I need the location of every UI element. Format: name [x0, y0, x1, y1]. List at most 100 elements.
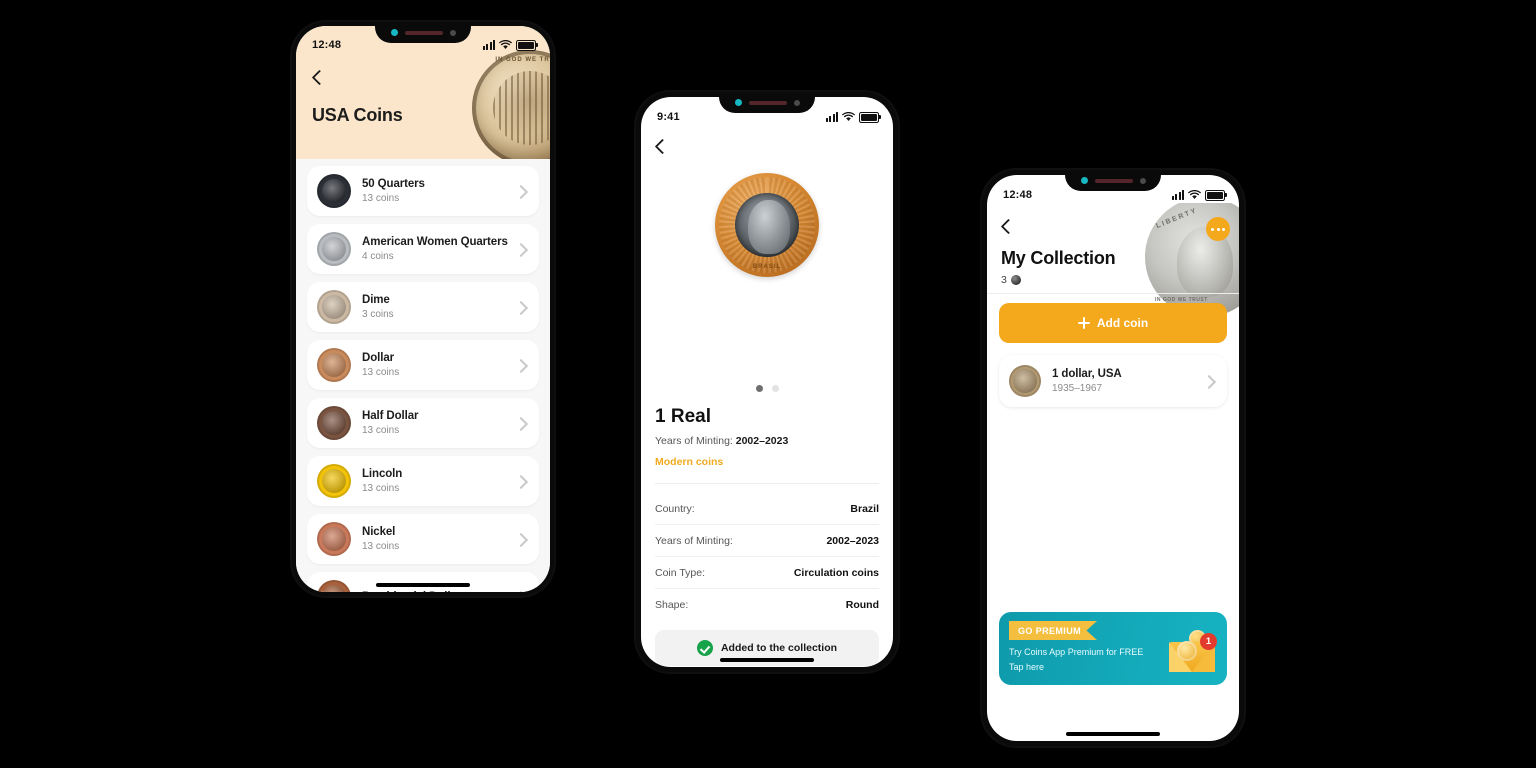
coin-category-link[interactable]: Modern coins	[655, 456, 723, 468]
battery-icon	[859, 111, 881, 123]
phone2-notch	[719, 92, 815, 113]
coin-image-carousel[interactable]: BRASIL	[641, 165, 893, 285]
banner-line-1: Try Coins App Premium for FREE	[1009, 647, 1144, 657]
info-key: Country:	[655, 502, 695, 515]
coin-title: 1 Real	[655, 406, 711, 427]
list-item-count: 13 coins	[362, 193, 400, 204]
list-item[interactable]: Nickel 13 coins	[307, 514, 539, 564]
coin-info-table: Country: Brazil Years of Minting: 2002–2…	[655, 493, 879, 620]
back-chevron-icon[interactable]	[1001, 219, 1017, 235]
cellular-bars-icon	[1172, 190, 1184, 200]
subtitle-label: Years of Minting:	[655, 435, 733, 447]
coin-thumbnail	[317, 348, 351, 382]
add-coin-label: Add coin	[1096, 316, 1149, 330]
home-indicator[interactable]	[376, 583, 470, 587]
phone1-screen: IN GOD WE TRUST USA Coins 50 Quarters 13…	[296, 26, 550, 592]
earpiece-speaker	[404, 30, 443, 35]
coin-icon	[1010, 275, 1021, 285]
divider	[655, 483, 879, 484]
list-item-years: 1935–1967	[1052, 383, 1103, 394]
proximity-sensor-icon	[449, 29, 456, 36]
list-item-count: 13 coins	[362, 367, 400, 378]
back-chevron-icon[interactable]	[312, 70, 328, 86]
shield-nickel-coin-image: IN GOD WE TRUST	[472, 50, 550, 159]
list-item-count: 13 coins	[362, 425, 400, 436]
banner-text: Try Coins App Premium for FREE Tap here	[1009, 645, 1161, 675]
front-camera-icon	[1080, 177, 1088, 184]
info-value: Round	[845, 598, 879, 611]
premium-ribbon: GO PREMIUM	[1009, 621, 1098, 640]
wifi-icon	[1188, 190, 1201, 199]
list-item-title: 1 dollar, USA	[1052, 368, 1122, 380]
list-item[interactable]: 50 Quarters 13 coins	[307, 166, 539, 216]
list-item[interactable]: Half Dollar 13 coins	[307, 398, 539, 448]
hero-motto-text: IN GOD WE TRUST	[495, 57, 550, 63]
list-item[interactable]: Dollar 13 coins	[307, 340, 539, 390]
list-item-count: 3 coins	[362, 309, 394, 320]
phone-device-my-collection: LIBERTY IN GOD WE TRUST My Collection 3 …	[982, 170, 1244, 746]
coin-image-label: BRASIL	[752, 264, 782, 270]
chevron-right-icon	[1203, 374, 1217, 388]
coin-engraving	[492, 70, 550, 146]
banner-line-2: Tap here	[1009, 661, 1045, 672]
table-row: Years of Minting: 2002–2023	[655, 525, 879, 557]
list-item-count: 13 coins	[362, 541, 400, 552]
check-circle-icon	[696, 640, 713, 656]
list-item-count: 4 coins	[362, 251, 394, 262]
go-premium-banner[interactable]: GO PREMIUM Try Coins App Premium for FRE…	[999, 612, 1227, 685]
list-item-title: Presidential Dollars	[362, 591, 515, 592]
list-item[interactable]: Presidential Dollars	[307, 572, 539, 592]
page-title: USA Coins	[312, 105, 403, 125]
list-item[interactable]: Lincoln 13 coins	[307, 456, 539, 506]
carousel-pager[interactable]	[641, 385, 893, 392]
list-item-title: Dollar	[362, 352, 394, 364]
more-options-icon[interactable]	[1206, 217, 1230, 241]
subtitle-value: 2002–2023	[735, 435, 789, 447]
collection-count: 3	[1001, 274, 1021, 286]
list-item[interactable]: 1 dollar, USA 1935–1967	[999, 355, 1227, 407]
info-key: Years of Minting:	[655, 534, 733, 547]
premium-ribbon-label: GO PREMIUM	[1018, 625, 1082, 636]
chevron-right-icon	[515, 474, 529, 488]
coin-thumbnail	[317, 522, 351, 556]
info-key: Shape:	[655, 598, 689, 611]
list-item-title: Nickel	[362, 526, 396, 538]
list-item-title: American Women Quarters	[362, 236, 508, 248]
coin-thumbnail	[317, 174, 351, 208]
list-item-title: Dime	[362, 294, 390, 306]
1-real-brazil-coin-image: BRASIL	[715, 173, 819, 277]
add-coin-button[interactable]: Add coin	[999, 303, 1227, 343]
status-clock: 12:48	[1003, 189, 1033, 201]
proximity-sensor-icon	[793, 99, 800, 106]
list-item[interactable]: Dime 3 coins	[307, 282, 539, 332]
pager-dot[interactable]	[771, 385, 779, 392]
chevron-right-icon	[515, 590, 529, 592]
proximity-sensor-icon	[1139, 177, 1146, 184]
plus-icon	[1077, 317, 1090, 329]
pager-dot-active[interactable]	[755, 385, 763, 392]
list-item[interactable]: American Women Quarters 4 coins	[307, 224, 539, 274]
coin-thumbnail	[317, 290, 351, 324]
coin-thumbnail	[317, 406, 351, 440]
coin-thumbnail	[317, 232, 351, 266]
front-camera-icon	[390, 29, 398, 36]
status-clock: 9:41	[657, 111, 680, 123]
envelope-with-coins-icon: 1	[1167, 624, 1217, 674]
phone-device-usa-coins: IN GOD WE TRUST USA Coins 50 Quarters 13…	[292, 22, 554, 596]
phone2-screen: BRASIL 1 Real Years of Minting: 2002–202…	[641, 97, 893, 667]
back-chevron-icon[interactable]	[655, 139, 671, 155]
phone1-header: IN GOD WE TRUST USA Coins	[296, 26, 550, 159]
chevron-right-icon	[515, 416, 529, 430]
chevron-right-icon	[515, 358, 529, 372]
chevron-right-icon	[515, 532, 529, 546]
battery-icon	[1205, 189, 1227, 201]
home-indicator[interactable]	[720, 658, 814, 662]
coin-thumbnail	[317, 464, 351, 498]
coin-category-list[interactable]: 50 Quarters 13 coins American Women Quar…	[296, 159, 550, 592]
home-indicator[interactable]	[1066, 732, 1160, 736]
coin-thumbnail	[1009, 365, 1041, 397]
phone1-notch	[375, 22, 471, 43]
phone3-notch	[1065, 170, 1161, 191]
list-item-title: Lincoln	[362, 468, 403, 480]
list-item-title: Half Dollar	[362, 410, 419, 422]
